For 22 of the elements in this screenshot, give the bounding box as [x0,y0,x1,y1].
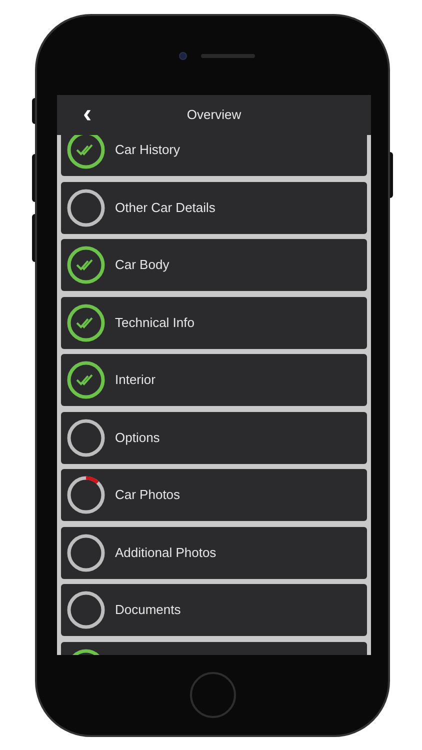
camera-icon [178,52,186,60]
section-label: Car History [115,141,180,160]
section-row[interactable]: Options [61,412,367,464]
speaker-icon [200,54,254,58]
section-row[interactable]: Interior [61,354,367,406]
section-label: Interior [115,371,156,390]
section-row[interactable]: Car History [61,135,367,176]
screen-title: Overview [186,106,242,124]
section-label: Car Body [115,256,170,274]
section-row[interactable]: Additional Photos [61,526,367,578]
section-label: Other Car Details [115,198,216,217]
section-label: Technical Info [115,314,194,332]
section-row[interactable]: Other Car Details [61,182,367,234]
section-row[interactable]: Documents [61,584,367,636]
section-row[interactable]: Technical Info [61,296,367,348]
section-row[interactable]: Car Body [61,239,367,291]
section-label: Additional Photos [115,544,216,562]
section-label: Documents [115,601,181,620]
section-label: Car Photos [115,486,180,504]
section-label: Options [115,428,160,447]
section-row[interactable]: Car Photos [61,469,367,521]
back-button[interactable]: ‹ [83,101,92,125]
